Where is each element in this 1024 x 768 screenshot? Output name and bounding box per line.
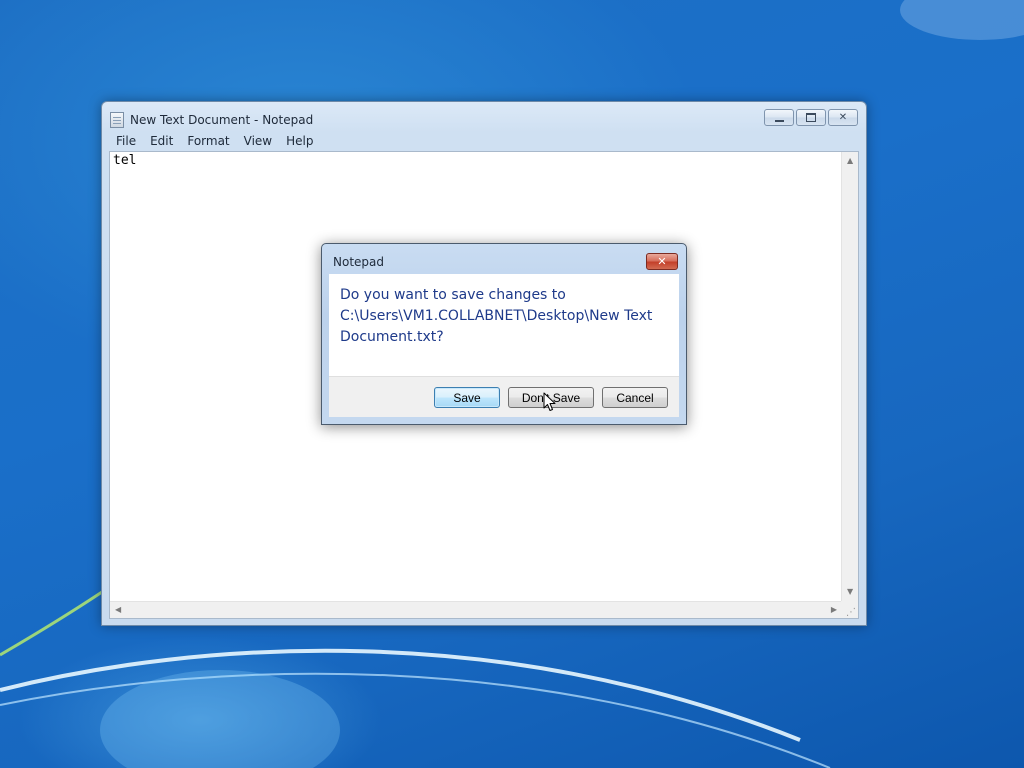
dialog-message: Do you want to save changes to C:\Users\…: [340, 287, 653, 345]
close-button[interactable]: ✕: [828, 109, 858, 126]
menu-bar: File Edit Format View Help: [109, 131, 859, 150]
title-bar[interactable]: New Text Document - Notepad: [110, 110, 313, 130]
menu-file[interactable]: File: [109, 134, 143, 148]
save-button[interactable]: Save: [434, 387, 500, 408]
close-icon: ✕: [657, 255, 667, 268]
minimize-icon: [774, 119, 784, 122]
size-grip-icon[interactable]: [841, 601, 858, 618]
dialog-body: Do you want to save changes to C:\Users\…: [329, 274, 679, 417]
caption-buttons: ✕: [764, 109, 858, 126]
menu-edit[interactable]: Edit: [143, 134, 180, 148]
dialog-title: Notepad: [333, 255, 384, 269]
notepad-icon: [110, 112, 124, 128]
horizontal-scrollbar[interactable]: ◀ ▶: [110, 601, 842, 618]
desktop: New Text Document - Notepad ✕ File Edit …: [0, 0, 1024, 768]
scroll-up-icon[interactable]: ▲: [847, 157, 853, 165]
menu-view[interactable]: View: [237, 134, 279, 148]
dialog-button-bar: Save Don't Save Cancel: [329, 376, 679, 417]
scroll-left-icon[interactable]: ◀: [115, 606, 121, 614]
scroll-down-icon[interactable]: ▼: [847, 588, 853, 596]
menu-help[interactable]: Help: [279, 134, 320, 148]
menu-format[interactable]: Format: [180, 134, 236, 148]
cancel-button[interactable]: Cancel: [602, 387, 668, 408]
window-title: New Text Document - Notepad: [130, 113, 314, 127]
save-changes-dialog: Notepad ✕ Do you want to save changes to…: [321, 243, 687, 425]
maximize-icon: [806, 113, 816, 122]
minimize-button[interactable]: [764, 109, 794, 126]
maximize-button[interactable]: [796, 109, 826, 126]
mouse-cursor: [543, 392, 556, 411]
dialog-close-button[interactable]: ✕: [646, 253, 678, 270]
vertical-scrollbar[interactable]: ▲ ▼: [841, 152, 858, 601]
scroll-right-icon[interactable]: ▶: [831, 606, 837, 614]
close-icon: ✕: [838, 111, 848, 123]
editor-content: tel: [113, 153, 137, 168]
